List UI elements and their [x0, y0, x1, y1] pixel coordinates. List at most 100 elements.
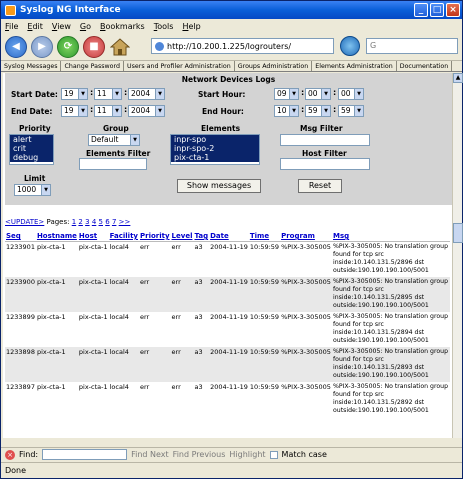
reload-button[interactable]: ⟳ [57, 35, 79, 58]
priority-listbox[interactable]: alert crit debug [9, 134, 54, 165]
limit-select[interactable]: 1000 ▼ [14, 184, 51, 196]
menu-tools[interactable]: Tools [154, 22, 174, 31]
highlight-button[interactable]: Highlight [229, 450, 265, 459]
end-hour-h-select[interactable]: 10 ▼ [274, 105, 299, 117]
col-tag[interactable]: Tag [193, 231, 210, 242]
title-bar: Syslog NG Interface _ □ × [1, 1, 462, 19]
start-hour-s-select[interactable]: 00 ▼ [338, 88, 364, 100]
elements-listbox[interactable]: inpr-spo inpr-spo-2 pix-cta-1 [170, 134, 260, 165]
vertical-scrollbar[interactable]: ▲ [452, 73, 463, 438]
cell-hostname: pix-cta-1 [35, 276, 78, 312]
cell-level: err [171, 243, 181, 251]
end-month-select[interactable]: 11 ▼ [94, 105, 122, 117]
end-hour-s-select[interactable]: 59 ▼ [338, 105, 364, 117]
page-link[interactable]: 1 [72, 218, 76, 226]
browser-window: Syslog NG Interface _ □ × File Edit View… [0, 0, 463, 479]
close-find-icon[interactable]: × [5, 449, 15, 460]
cell-msg: %PIX-3-305005: No translation group foun… [332, 346, 450, 382]
menu-help[interactable]: Help [182, 22, 200, 31]
cell-host: pix-cta-1 [77, 276, 109, 312]
maximize-button[interactable]: □ [430, 3, 444, 17]
end-hour-m-select[interactable]: 59 ▼ [305, 105, 331, 117]
page-link[interactable]: 6 [105, 218, 109, 226]
col-program[interactable]: Program [280, 231, 332, 242]
elements-label: Elements [201, 124, 241, 133]
find-input[interactable] [42, 449, 128, 460]
page-link[interactable]: 7 [112, 218, 116, 226]
page-link[interactable]: 4 [92, 218, 96, 226]
page-link[interactable]: 2 [78, 218, 82, 226]
start-hour-h-select[interactable]: 09 ▼ [274, 88, 299, 100]
find-next-button[interactable]: Find Next [131, 450, 169, 459]
priority-option[interactable]: alert [10, 135, 53, 144]
element-option[interactable]: inpr-spo [171, 135, 259, 144]
tab-syslog-messages[interactable]: Syslog Messages [1, 61, 62, 71]
cell-program: %PIX-3-305005 [280, 346, 332, 382]
go-button[interactable] [340, 36, 360, 56]
tab-groups-admin[interactable]: Groups Administration [235, 61, 313, 71]
reset-button[interactable]: Reset [298, 179, 342, 193]
col-level[interactable]: Level [170, 231, 194, 242]
group-select[interactable]: Default ▼ [88, 134, 140, 146]
msg-filter-input[interactable] [280, 134, 370, 146]
start-date-label: Start Date: [11, 90, 58, 99]
priority-option[interactable]: crit [10, 144, 53, 153]
tab-documentation[interactable]: Documentation [397, 61, 453, 71]
start-hour-m-select[interactable]: 00 ▼ [305, 88, 331, 100]
cell-host: pix-cta-1 [78, 312, 108, 321]
home-icon[interactable] [109, 36, 131, 58]
page-link[interactable]: 5 [99, 218, 103, 226]
form-title: Network Devices Logs [181, 75, 276, 84]
col-priority[interactable]: Priority [138, 231, 171, 242]
cell-msg: %PIX-3-305005: No translation group foun… [333, 382, 449, 414]
col-seq[interactable]: Seq [5, 231, 36, 242]
menu-bookmarks[interactable]: Bookmarks [100, 22, 145, 31]
end-day-select[interactable]: 19 ▼ [61, 105, 88, 117]
cell-facility: local4 [109, 243, 129, 251]
scroll-up-icon[interactable]: ▲ [453, 73, 463, 83]
close-button[interactable]: × [446, 3, 460, 17]
col-host[interactable]: Host [77, 231, 109, 242]
col-hostname[interactable]: Hostname [35, 231, 78, 242]
menu-go[interactable]: Go [80, 22, 91, 31]
find-previous-button[interactable]: Find Previous [173, 450, 226, 459]
cell-priority: err [138, 346, 171, 382]
element-option[interactable]: pix-cta-1 [171, 153, 259, 162]
cell-time: 10:59:59 [249, 243, 280, 251]
menu-file[interactable]: File [5, 22, 18, 31]
stop-button[interactable]: ■ [83, 35, 105, 58]
host-filter-input[interactable] [280, 158, 370, 170]
cell-tag: a3 [193, 276, 210, 312]
cell-tag: a3 [194, 312, 203, 321]
menu-view[interactable]: View [52, 22, 71, 31]
group-label: Group [103, 124, 129, 133]
tab-change-password[interactable]: Change Password [61, 61, 125, 71]
col-msg[interactable]: Msg [332, 231, 450, 242]
show-messages-button[interactable]: Show messages [177, 179, 261, 193]
elements-filter-input[interactable] [79, 158, 147, 170]
search-input[interactable]: G [366, 38, 458, 54]
back-button[interactable]: ◀ [5, 35, 27, 58]
start-year-select[interactable]: 2004 ▼ [128, 88, 165, 100]
tab-elements-admin[interactable]: Elements Administration [312, 61, 397, 71]
scroll-thumb[interactable] [453, 223, 463, 243]
col-facility[interactable]: Facility [108, 231, 139, 242]
element-option[interactable]: inpr-spo-2 [171, 144, 259, 153]
start-month-select[interactable]: 11 ▼ [94, 88, 122, 100]
forward-button[interactable]: ▶ [31, 35, 53, 58]
match-case-checkbox[interactable] [269, 450, 278, 459]
priority-option[interactable]: debug [10, 153, 53, 162]
end-year-select[interactable]: 2004 ▼ [128, 105, 165, 117]
page-link[interactable]: 3 [85, 218, 89, 226]
cell-date: 2004-11-19 [209, 276, 249, 312]
cell-level: err [171, 312, 181, 321]
next-pages-link[interactable]: >> [119, 218, 131, 226]
col-time[interactable]: Time [248, 231, 281, 242]
minimize-button[interactable]: _ [414, 3, 428, 17]
tab-users-profiler[interactable]: Users and Profiler Administration [124, 61, 235, 71]
menu-edit[interactable]: Edit [27, 22, 43, 31]
address-bar[interactable]: http://10.200.1.225/logrouters/ [151, 38, 334, 54]
update-link[interactable]: <UPDATE> [5, 218, 44, 226]
col-date[interactable]: Date [209, 231, 249, 242]
start-day-select[interactable]: 19 ▼ [61, 88, 88, 100]
